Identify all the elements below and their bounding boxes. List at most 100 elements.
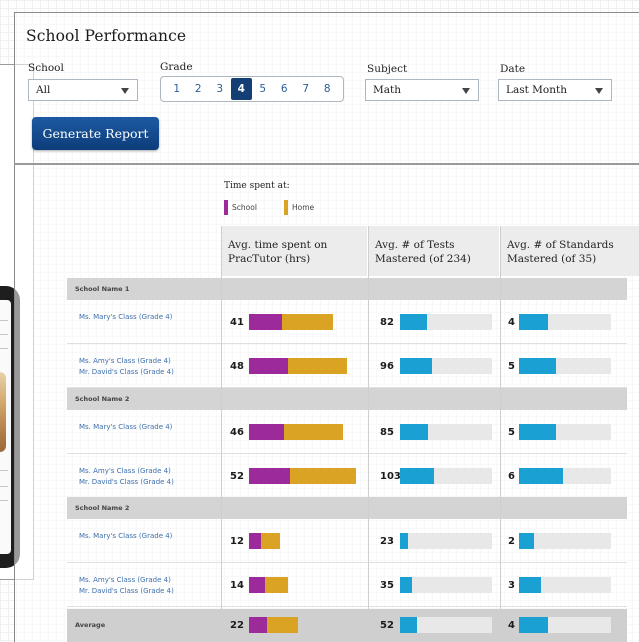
col-header-tests-line2: Mastered (of 234)	[375, 253, 471, 265]
col-header-time-line2: PracTutor (hrs)	[228, 253, 311, 265]
legend-title: Time spent at:	[224, 181, 290, 191]
time-bar-home	[261, 533, 280, 549]
standards-bar	[519, 617, 549, 633]
legend-school-label: School	[232, 203, 257, 212]
tests-track	[400, 577, 492, 593]
table-row: Ms. Mary's Class (Grade 4) 46 85 5	[67, 410, 627, 454]
class-link[interactable]: Ms. Mary's Class (Grade 4)	[79, 312, 172, 323]
grade-option-6[interactable]: 6	[274, 78, 296, 100]
subject-select-value: Math	[373, 84, 401, 96]
page-title: School Performance	[26, 27, 187, 45]
grade-option-3[interactable]: 3	[209, 78, 231, 100]
tests-bar	[400, 314, 428, 330]
chevron-down-icon	[595, 88, 603, 94]
avg-time-value: 46	[230, 427, 244, 438]
grade-option-4[interactable]: 4	[230, 78, 252, 100]
table-row: Ms. Mary's Class (Grade 4) 41 82 4	[67, 300, 627, 344]
col-header-standards: Avg. # of Standards Mastered (of 35)	[501, 226, 639, 276]
class-link[interactable]: Ms. Mary's Class (Grade 4)	[79, 422, 172, 433]
col-header-standards-line2: Mastered (of 35)	[507, 253, 597, 265]
school-select[interactable]: All	[28, 79, 138, 101]
legend-home: Home	[284, 200, 314, 215]
time-bar-home	[265, 577, 288, 593]
tests-track	[400, 533, 492, 549]
time-bar-school	[249, 617, 268, 633]
school-select-value: All	[36, 84, 51, 96]
standards-value: 3	[508, 580, 515, 591]
legend-school-swatch	[224, 200, 228, 215]
tests-value: 35	[380, 580, 394, 591]
grade-option-5[interactable]: 5	[252, 78, 274, 100]
average-row: Average 22 52 4	[67, 609, 627, 642]
class-link[interactable]: Ms. Amy's Class (Grade 4) Mr. David's Cla…	[79, 466, 174, 488]
column-divider	[500, 226, 501, 642]
class-name-line[interactable]: Mr. David's Class (Grade 4)	[79, 367, 174, 378]
standards-value: 6	[508, 471, 515, 482]
date-filter-label: Date	[500, 63, 526, 75]
tests-value: 103	[380, 471, 401, 482]
legend-home-swatch	[284, 200, 288, 215]
standards-value: 5	[508, 361, 515, 372]
class-name-line[interactable]: Ms. Amy's Class (Grade 4)	[79, 575, 174, 586]
tests-bar	[400, 577, 412, 593]
table-row: Ms. Amy's Class (Grade 4) Mr. David's Cla…	[67, 454, 627, 498]
school-group-header: School Name 1	[67, 278, 627, 300]
class-link[interactable]: Ms. Mary's Class (Grade 4)	[79, 531, 172, 542]
tests-value: 52	[380, 620, 394, 631]
grade-option-2[interactable]: 2	[188, 78, 210, 100]
time-bar-school	[249, 468, 290, 484]
date-select[interactable]: Last Month	[498, 79, 612, 101]
tests-bar	[400, 617, 418, 633]
grade-selector: 1 2 3 4 5 6 7 8	[160, 76, 344, 102]
standards-bar	[519, 533, 534, 549]
avg-time-value: 22	[230, 620, 244, 631]
class-link[interactable]: Ms. Amy's Class (Grade 4) Mr. David's Cla…	[79, 356, 174, 378]
school-filter-label: School	[28, 62, 64, 74]
col-header-tests: Avg. # of Tests Mastered (of 234)	[369, 226, 499, 276]
class-name-line[interactable]: Mr. David's Class (Grade 4)	[79, 586, 174, 597]
time-bar-home	[290, 468, 356, 484]
chevron-down-icon	[462, 88, 470, 94]
standards-value: 5	[508, 427, 515, 438]
grade-option-8[interactable]: 8	[317, 78, 339, 100]
grade-option-7[interactable]: 7	[295, 78, 317, 100]
time-bar-home	[267, 617, 299, 633]
date-select-value: Last Month	[506, 84, 567, 96]
generate-report-button[interactable]: Generate Report	[32, 117, 159, 150]
student-photo	[0, 372, 6, 452]
column-divider	[221, 226, 222, 642]
col-header-time: Avg. time spent on PracTutor (hrs)	[222, 226, 367, 276]
col-header-standards-line1: Avg. # of Standards	[507, 239, 614, 251]
standards-bar	[519, 314, 549, 330]
class-link[interactable]: Ms. Amy's Class (Grade 4) Mr. David's Cla…	[79, 575, 174, 597]
tests-bar	[400, 533, 408, 549]
avg-time-value: 14	[230, 580, 244, 591]
section-divider	[14, 163, 639, 165]
class-name-line[interactable]: Ms. Amy's Class (Grade 4)	[79, 356, 174, 367]
tests-bar	[400, 358, 432, 374]
time-bar-home	[283, 424, 344, 440]
tests-value: 85	[380, 427, 394, 438]
time-bar-home	[287, 358, 348, 374]
class-name-line[interactable]: Mr. David's Class (Grade 4)	[79, 477, 174, 488]
grade-option-1[interactable]: 1	[166, 78, 188, 100]
tests-bar	[400, 424, 429, 440]
legend-school: School	[224, 200, 257, 215]
standards-value: 4	[508, 620, 515, 631]
chevron-down-icon	[121, 88, 129, 94]
class-name-line[interactable]: Ms. Mary's Class (Grade 4)	[79, 422, 172, 433]
subject-select[interactable]: Math	[365, 79, 479, 101]
time-bar-school	[249, 424, 284, 440]
tests-bar	[400, 468, 434, 484]
table-row: Ms. Amy's Class (Grade 4) Mr. David's Cla…	[67, 344, 627, 388]
grade-filter-label: Grade	[160, 61, 193, 73]
standards-value: 2	[508, 536, 515, 547]
class-name-line[interactable]: Ms. Amy's Class (Grade 4)	[79, 466, 174, 477]
class-name-line[interactable]: Ms. Mary's Class (Grade 4)	[79, 531, 172, 542]
class-name-line[interactable]: Ms. Mary's Class (Grade 4)	[79, 312, 172, 323]
tests-value: 82	[380, 317, 394, 328]
table-row: Ms. Mary's Class (Grade 4) 12 23 2	[67, 519, 627, 563]
school-group-header: School Name 2	[67, 388, 627, 410]
tests-value: 96	[380, 361, 394, 372]
standards-bar	[519, 577, 541, 593]
